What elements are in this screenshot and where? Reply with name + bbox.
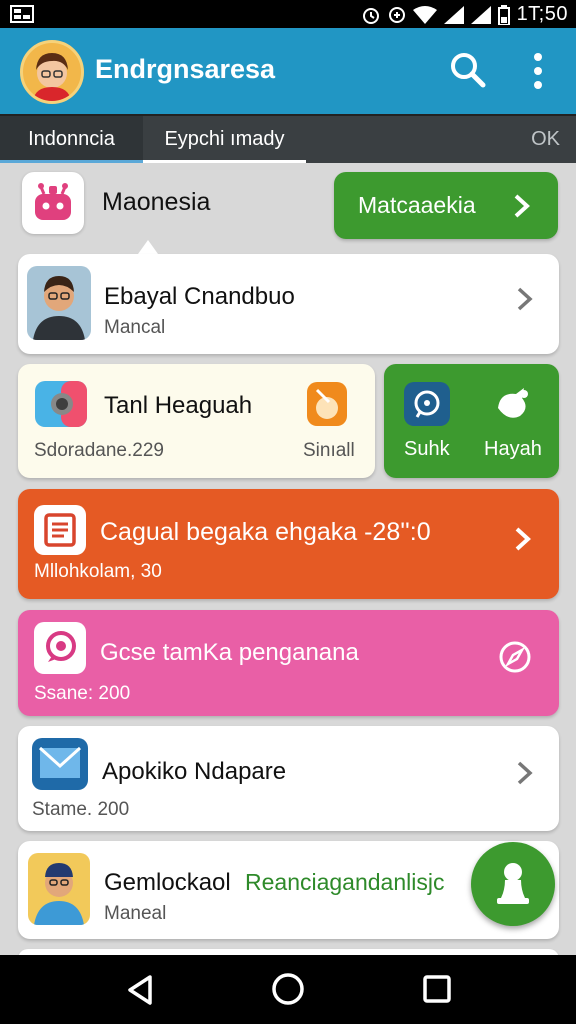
signal-icon-2 (470, 5, 491, 24)
avatar[interactable] (20, 40, 84, 104)
app-bar (0, 28, 576, 116)
chevron-right-icon (514, 194, 530, 218)
section-icon (22, 172, 84, 234)
camera-app-icon (35, 381, 87, 427)
recents-icon[interactable] (422, 974, 452, 1004)
list-item[interactable]: Cagual begaka ehgaka -28'':0 Mllohkolam,… (18, 489, 559, 599)
item-subtitle: Sdoradane.229 (34, 440, 164, 461)
actions-panel: Suhk Hayah (384, 364, 559, 478)
more-vert-icon (534, 53, 542, 89)
search-button[interactable] (448, 50, 488, 90)
document-icon (34, 505, 86, 555)
suhk-label: Suhk (404, 438, 450, 460)
item-side-label: Sinıall (303, 440, 355, 461)
item-subtitle: Mancal (104, 317, 166, 338)
item-title: Cagual begaka ehgaka -28'':0 (100, 518, 431, 546)
tab-eypchi-imady[interactable]: Eypchi ımady (143, 116, 306, 163)
more-options-button[interactable] (524, 50, 552, 92)
tab-ok[interactable]: OK (531, 116, 560, 163)
section-action-button[interactable]: Matcaaekia (334, 172, 558, 239)
data-sync-icon (388, 6, 405, 23)
section-action-label: Matcaaekia (358, 192, 476, 218)
item-subtitle: Maneal (104, 903, 167, 924)
section-label: Maonesia (102, 188, 211, 216)
alarm-icon (362, 7, 379, 24)
screenshot-icon (10, 5, 34, 23)
item-title: Tanl Heaguah (104, 392, 253, 419)
hayah-label: Hayah (484, 438, 542, 460)
home-icon[interactable] (271, 972, 305, 1006)
suhk-action[interactable]: Suhk (396, 378, 462, 468)
list-item[interactable]: Gcse tamKa penganana Ssane: 200 (18, 610, 559, 716)
item-title: Ebayal Cnandbuo (104, 283, 295, 310)
item-subtitle: Mllohkolam, 30 (34, 561, 162, 582)
item-title: Gemlockaol (104, 869, 231, 896)
list-item[interactable]: Ebayal Cnandbuo Mancal (18, 254, 559, 354)
chevron-right-icon (517, 761, 533, 785)
status-bar: 1T;50 (0, 0, 576, 28)
hayah-action[interactable]: Hayah (478, 378, 550, 468)
app-title: Endrgnsaresa (95, 54, 276, 84)
list-item[interactable]: Tanl Heaguah Sdoradane.229 Sinıall (18, 364, 375, 478)
fruit-app-icon (307, 382, 347, 426)
chevron-right-icon (517, 287, 533, 311)
navigation-bar (0, 955, 576, 1024)
clock: 1T;50 (516, 3, 568, 25)
signal-icon (443, 5, 464, 24)
compass-icon[interactable] (496, 638, 534, 676)
mail-icon (32, 738, 88, 790)
item-title: Gcse tamKa penganana (100, 639, 359, 666)
item-title: Apokiko Ndapare (102, 758, 287, 785)
contact-avatar (27, 266, 91, 340)
back-icon[interactable] (124, 973, 156, 1007)
person-icon (497, 863, 529, 904)
wifi-icon (412, 5, 437, 24)
chat-icon (34, 622, 86, 674)
tab-bar: Indonncia Eypchi ımady OK (0, 114, 576, 163)
fab-button[interactable] (471, 842, 555, 926)
item-highlight: Reanciagandanlisjc (245, 869, 445, 895)
tab-indonncia[interactable]: Indonncia (0, 116, 143, 163)
bird-icon (498, 388, 528, 418)
contact-avatar (28, 853, 90, 925)
robot-icon (35, 183, 71, 220)
chevron-right-icon (515, 527, 531, 551)
chat-search-icon (404, 382, 450, 426)
battery-icon (497, 4, 510, 25)
item-subtitle: Ssane: 200 (34, 683, 131, 704)
item-subtitle: Stame. 200 (32, 799, 130, 820)
search-icon (451, 53, 486, 88)
callout-pointer (138, 240, 158, 254)
list-item[interactable]: Apokiko Ndapare Stame. 200 (18, 726, 559, 831)
